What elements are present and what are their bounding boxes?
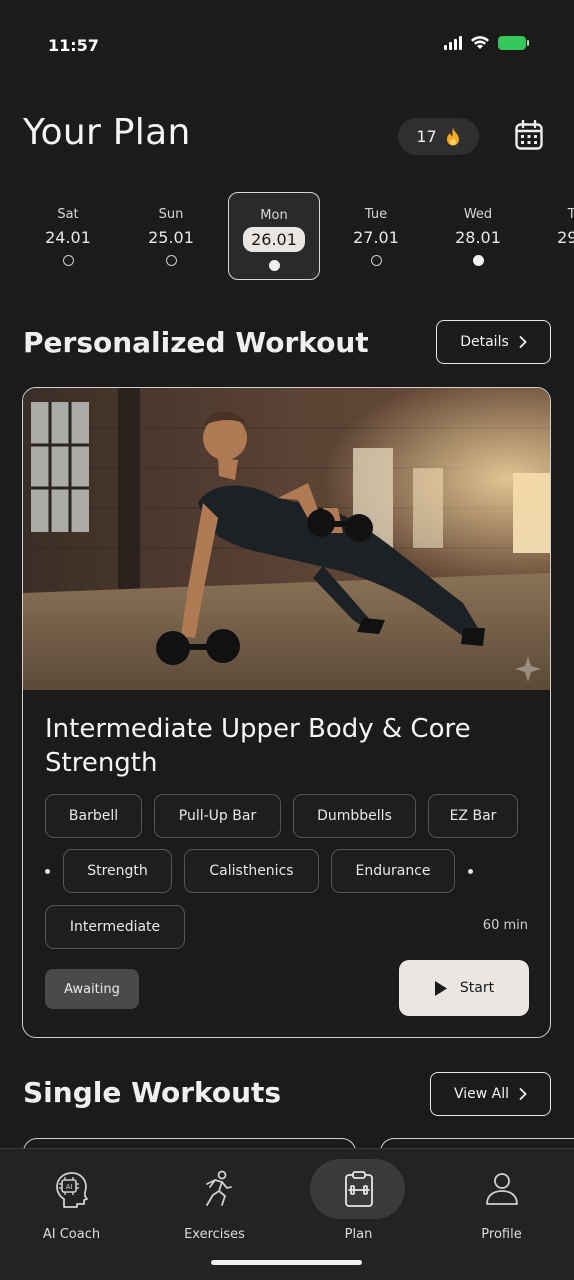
day-date: 25.01 bbox=[148, 228, 194, 247]
day-date: 28.01 bbox=[455, 228, 501, 247]
day-item-sun[interactable]: Sun 25.01 bbox=[125, 192, 217, 280]
day-name: Thu bbox=[567, 207, 574, 222]
battery-icon bbox=[498, 36, 529, 50]
nav-item-ai-coach[interactable]: AI AI Coach bbox=[0, 1149, 143, 1259]
day-name: Wed bbox=[463, 207, 493, 222]
nav-label: Exercises bbox=[184, 1227, 245, 1242]
workout-title: Intermediate Upper Body & Core Strength bbox=[45, 714, 471, 778]
svg-text:AI: AI bbox=[65, 1183, 72, 1191]
day-strip: Sat 24.01 Sun 25.01 Mon 26.01 Tue 27.01 … bbox=[0, 192, 574, 282]
personalized-workout-header: Personalized Workout Details bbox=[23, 320, 551, 366]
workout-hero-image bbox=[23, 388, 550, 690]
day-name: Sun bbox=[158, 207, 184, 222]
day-item-thu[interactable]: Thu 29.01 bbox=[534, 192, 574, 280]
day-name: Sat bbox=[57, 207, 79, 222]
status-bar: 11:57 bbox=[0, 0, 574, 90]
page-title: Your Plan bbox=[23, 112, 191, 153]
tag-label: Strength bbox=[87, 863, 148, 879]
header: Your Plan 17 bbox=[23, 112, 551, 162]
person-icon bbox=[485, 1173, 518, 1205]
start-label: Start bbox=[459, 980, 495, 996]
start-button[interactable]: Start bbox=[399, 960, 529, 1016]
chevron-right-icon bbox=[519, 336, 527, 348]
details-button[interactable]: Details bbox=[436, 320, 551, 364]
category-tag: Strength bbox=[63, 849, 172, 893]
single-workouts-header: Single Workouts View All bbox=[23, 1072, 551, 1118]
view-all-button[interactable]: View All bbox=[430, 1072, 551, 1116]
separator-dot bbox=[468, 869, 473, 874]
nav-label: AI Coach bbox=[42, 1227, 101, 1242]
section-title: Personalized Workout bbox=[23, 326, 369, 359]
home-indicator bbox=[211, 1260, 362, 1265]
day-item-wed[interactable]: Wed 28.01 bbox=[432, 192, 524, 280]
tag-label: EZ Bar bbox=[449, 808, 497, 824]
wifi-icon bbox=[471, 36, 489, 49]
day-item-mon[interactable]: Mon 26.01 bbox=[228, 192, 320, 280]
day-date: 27.01 bbox=[353, 228, 399, 247]
day-name: Mon bbox=[260, 208, 288, 223]
workout-card[interactable]: Intermediate Upper Body & Core Strength … bbox=[22, 387, 551, 1038]
play-icon bbox=[434, 980, 447, 996]
calendar-icon[interactable] bbox=[515, 120, 543, 150]
nav-label: Profile bbox=[481, 1227, 522, 1242]
status-badge: Awaiting bbox=[45, 969, 139, 1009]
day-status-dot bbox=[370, 255, 382, 266]
status-icons bbox=[444, 36, 529, 50]
day-status-dot bbox=[165, 255, 177, 266]
tag-label: Intermediate bbox=[69, 919, 161, 935]
equipment-tag: Barbell bbox=[45, 794, 142, 838]
day-status-dot bbox=[472, 255, 484, 266]
status-time: 11:57 bbox=[48, 36, 99, 55]
tag-label: Calisthenics bbox=[209, 863, 294, 879]
tag-label: Barbell bbox=[68, 808, 119, 824]
day-date: 29.01 bbox=[557, 228, 574, 247]
chevron-right-icon bbox=[519, 1088, 527, 1100]
nav-label: Plan bbox=[344, 1227, 373, 1242]
streak-count: 17 bbox=[416, 127, 437, 146]
day-item-tue[interactable]: Tue 27.01 bbox=[330, 192, 422, 280]
equipment-tag: Dumbbells bbox=[293, 794, 416, 838]
equipment-tag: EZ Bar bbox=[428, 794, 518, 838]
day-status-dot bbox=[268, 260, 280, 271]
day-status-dot bbox=[62, 255, 74, 266]
view-all-label: View All bbox=[453, 1086, 510, 1102]
equipment-tag: Pull-Up Bar bbox=[154, 794, 281, 838]
day-item-sat[interactable]: Sat 24.01 bbox=[22, 192, 114, 280]
day-date: 26.01 bbox=[243, 227, 305, 252]
tag-label: Dumbbells bbox=[317, 808, 392, 824]
tag-label: Pull-Up Bar bbox=[178, 808, 257, 824]
separator-dot bbox=[45, 869, 50, 874]
level-tag: Intermediate bbox=[45, 905, 185, 949]
workout-duration: 60 min bbox=[482, 918, 528, 933]
day-date: 24.01 bbox=[45, 228, 91, 247]
category-tag: Calisthenics bbox=[184, 849, 319, 893]
tag-label: Endurance bbox=[355, 863, 431, 879]
day-name: Tue bbox=[364, 207, 388, 222]
nav-item-profile[interactable]: Profile bbox=[430, 1149, 573, 1259]
flame-icon bbox=[446, 127, 459, 145]
clipboard-dumbbell-icon bbox=[344, 1171, 373, 1207]
section-title: Single Workouts bbox=[23, 1076, 282, 1109]
nav-item-exercises[interactable]: Exercises bbox=[143, 1149, 286, 1259]
ai-coach-icon: AI bbox=[55, 1172, 88, 1208]
streak-badge[interactable]: 17 bbox=[398, 118, 479, 155]
details-label: Details bbox=[460, 334, 509, 350]
nav-item-plan[interactable]: Plan bbox=[287, 1149, 430, 1259]
cellular-signal-icon bbox=[444, 36, 462, 50]
running-icon bbox=[205, 1170, 232, 1206]
category-tag: Endurance bbox=[331, 849, 455, 893]
